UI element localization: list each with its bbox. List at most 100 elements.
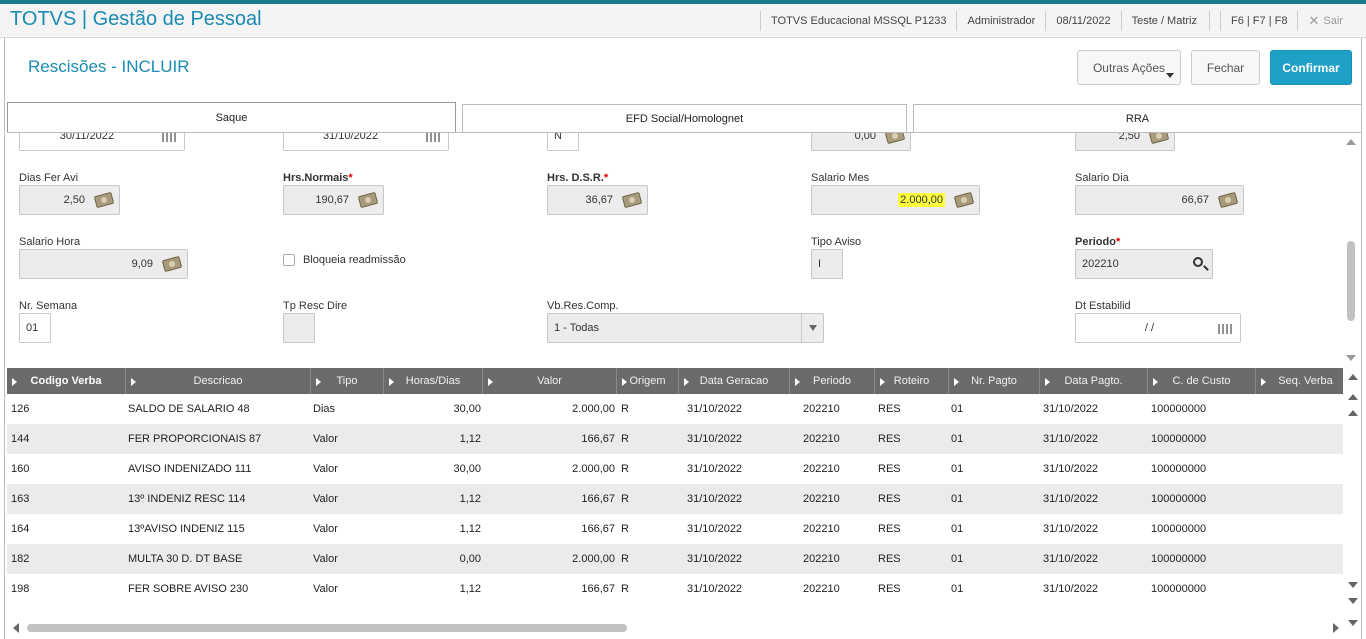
cell-valor: 166,67 (581, 433, 615, 445)
nr-semana-field[interactable]: 01 (19, 313, 51, 343)
dt-estabilid-field[interactable]: / / (1075, 313, 1241, 343)
cell-c-de-custo: 100000000 (1151, 463, 1207, 475)
table-row[interactable]: 144 FER PROPORCIONAIS 87 Valor 1,12 166,67 R 3… (7, 424, 1343, 454)
date-field-2-value: 31/10/2022 (322, 133, 378, 142)
col-roteiro[interactable]: Roteiro (875, 368, 949, 394)
money-icon[interactable] (1148, 133, 1170, 145)
col-label: Data Pagto. (1064, 375, 1123, 387)
grid-vertical-scrollbar[interactable] (1345, 370, 1361, 636)
more-actions-button[interactable]: Outras Ações (1077, 50, 1181, 85)
grid-horizontal-scrollbar[interactable] (9, 622, 1343, 634)
cell-valor: 2.000,00 (572, 403, 615, 415)
cell-origem: R (621, 583, 629, 595)
col-tipo[interactable]: Tipo (311, 368, 384, 394)
branch-label[interactable]: Teste / Matriz (1132, 15, 1197, 27)
col-codigo-verba[interactable]: Codigo Verba (7, 368, 126, 394)
close-icon[interactable]: ✕ (1308, 13, 1319, 29)
value-field-1[interactable]: 0,00 (811, 133, 911, 151)
col-origem[interactable]: Origem (617, 368, 679, 394)
verbas-grid: Codigo Verba Descricao Tipo Horas/Dias V… (7, 368, 1343, 620)
col-label: C. de Custo (1172, 375, 1231, 387)
user-label: Administrador (967, 15, 1036, 27)
col-valor[interactable]: Valor (483, 368, 617, 394)
date-field-2[interactable]: 31/10/2022 (283, 133, 449, 151)
salario-hora-field[interactable]: 9,09 (19, 249, 188, 279)
periodo-field[interactable]: 202210 (1075, 249, 1213, 279)
sort-icon (12, 378, 17, 386)
col-c-de-custo[interactable]: C. de Custo (1148, 368, 1256, 394)
flag-field[interactable]: N (547, 133, 579, 151)
date-field-1[interactable]: 30/11/2022 (19, 133, 185, 151)
scroll-thumb[interactable] (1347, 241, 1355, 321)
scroll-bottom-icon[interactable] (1348, 620, 1358, 626)
table-row[interactable]: 198 FER SOBRE AVISO 230 Valor 1,12 166,67 R 31… (7, 574, 1343, 604)
money-icon[interactable] (93, 191, 115, 209)
cell-descricao: MULTA 30 D. DT BASE (128, 553, 243, 565)
table-row[interactable]: 160 AVISO INDENIZADO 111 Valor 30,00 2.000,0… (7, 454, 1343, 484)
col-descricao[interactable]: Descricao (126, 368, 311, 394)
table-row[interactable]: 126 SALDO DE SALARIO 48 Dias 30,00 2.000,00 R… (7, 394, 1343, 424)
tab-efd-social[interactable]: EFD Social/Homolognet (462, 104, 907, 132)
chevron-down-icon (1166, 73, 1174, 78)
tab-rra[interactable]: RRA (913, 104, 1362, 132)
chevron-down-icon[interactable] (801, 314, 823, 342)
scroll-page-down-icon[interactable] (1348, 598, 1358, 604)
scroll-down-icon[interactable] (1348, 582, 1358, 588)
cell-c-de-custo: 100000000 (1151, 493, 1207, 505)
calendar-icon[interactable] (426, 133, 440, 142)
cell-tipo: Valor (313, 583, 338, 595)
scroll-down-icon[interactable] (1346, 355, 1356, 361)
money-icon[interactable] (357, 191, 379, 209)
cell-horas-dias: 1,12 (459, 583, 481, 595)
scroll-up-icon[interactable] (1348, 410, 1358, 416)
confirm-button[interactable]: Confirmar (1270, 50, 1352, 85)
table-row[interactable]: 182 MULTA 30 D. DT BASE Valor 0,00 2.000,00 R… (7, 544, 1343, 574)
shortcuts-label[interactable]: F6 | F7 | F8 (1231, 15, 1287, 27)
money-icon[interactable] (953, 191, 975, 209)
tp-resc-dire-field[interactable] (283, 313, 315, 343)
col-periodo[interactable]: Periodo (790, 368, 875, 394)
close-button[interactable]: Fechar (1191, 50, 1260, 85)
form-scrollbar[interactable] (1345, 137, 1357, 363)
col-seq-verba[interactable]: Seq. Verba (1256, 368, 1343, 394)
scroll-page-up-icon[interactable] (1348, 394, 1358, 400)
salario-dia-value: 66,67 (1181, 194, 1209, 206)
money-icon[interactable] (1217, 191, 1239, 209)
money-icon[interactable] (621, 191, 643, 209)
money-icon[interactable] (161, 255, 183, 273)
dias-fer-avi-value: 2,50 (63, 194, 85, 206)
col-data-geracao[interactable]: Data Geracao (679, 368, 790, 394)
col-data-pagto[interactable]: Data Pagto. (1040, 368, 1148, 394)
col-horas-dias[interactable]: Horas/Dias (384, 368, 483, 394)
form-area: 30/11/2022 31/10/2022 N 0,00 2,50 Dias F… (7, 133, 1347, 365)
calendar-icon[interactable] (1218, 324, 1232, 334)
hrs-normais-value: 190,67 (315, 194, 349, 206)
scroll-thumb[interactable] (27, 624, 627, 632)
scroll-right-icon[interactable] (1333, 623, 1339, 633)
tipo-aviso-field[interactable]: I (811, 249, 843, 279)
table-row[interactable]: 163 13º INDENIZ RESC 114 Valor 1,12 166,67 R 3… (7, 484, 1343, 514)
bloqueia-readmissao-checkbox[interactable] (283, 254, 295, 266)
table-row[interactable]: 164 13ºAVISO INDENIZ 115 Valor 1,12 166,67 R 3… (7, 514, 1343, 544)
scroll-left-icon[interactable] (13, 623, 19, 633)
cell-horas-dias: 0,00 (459, 553, 481, 565)
bloqueia-readmissao-label: Bloqueia readmissão (303, 254, 406, 266)
salario-dia-field[interactable]: 66,67 (1075, 185, 1244, 215)
vb-res-comp-select[interactable]: 1 - Todas (547, 313, 824, 343)
scroll-up-icon[interactable] (1346, 139, 1356, 145)
money-icon[interactable] (884, 133, 906, 145)
salario-mes-field[interactable]: 2.000,00 (811, 185, 980, 215)
hrs-dsr-field[interactable]: 36,67 (547, 185, 648, 215)
search-icon[interactable] (1193, 257, 1203, 267)
value-field-2[interactable]: 2,50 (1075, 133, 1175, 151)
cell-tipo: Valor (313, 463, 338, 475)
sort-icon (880, 378, 885, 386)
calendar-icon[interactable] (162, 133, 176, 142)
sort-icon (1045, 378, 1050, 386)
scroll-top-icon[interactable] (1348, 374, 1358, 380)
tab-saque[interactable]: Saque (7, 102, 456, 133)
dias-fer-avi-field[interactable]: 2,50 (19, 185, 120, 215)
col-nr-pagto[interactable]: Nr. Pagto (949, 368, 1040, 394)
hrs-normais-field[interactable]: 190,67 (283, 185, 384, 215)
exit-button[interactable]: Sair (1323, 15, 1343, 27)
